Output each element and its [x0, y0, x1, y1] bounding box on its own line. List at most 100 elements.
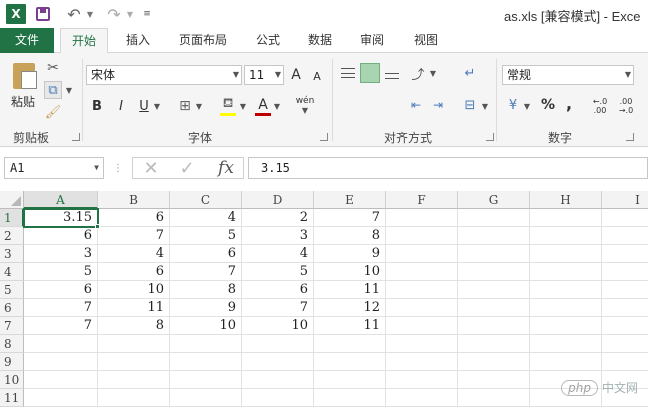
cell-a2[interactable]: 6: [24, 227, 98, 245]
cell-a11[interactable]: [24, 389, 98, 407]
merge-center-icon[interactable]: ⊟: [460, 95, 480, 115]
fill-color-button[interactable]: ⛾: [218, 95, 238, 117]
tab-page-layout[interactable]: 页面布局: [168, 28, 238, 53]
row-header-9[interactable]: 9: [0, 353, 24, 371]
cell-e11[interactable]: [314, 389, 386, 407]
cell-d8[interactable]: [242, 335, 314, 353]
formula-input[interactable]: 3.15: [248, 157, 648, 179]
copy-icon[interactable]: ⧉: [44, 81, 62, 99]
align-left-icon[interactable]: [338, 95, 358, 115]
comma-button[interactable]: ,: [562, 93, 576, 113]
cell-e3[interactable]: 9: [314, 245, 386, 263]
align-center-icon[interactable]: [360, 95, 380, 115]
paste-button[interactable]: 粘贴: [8, 93, 38, 109]
orientation-dropdown-icon[interactable]: ▼: [428, 67, 438, 79]
number-format-select[interactable]: 常规 ▼: [502, 65, 634, 85]
cell-d7[interactable]: 10: [242, 317, 314, 335]
column-header-d[interactable]: D: [242, 191, 314, 209]
tab-home[interactable]: 开始: [60, 28, 108, 54]
row-header-3[interactable]: 3: [0, 245, 24, 263]
cell-b2[interactable]: 7: [98, 227, 170, 245]
enter-icon[interactable]: ✓: [175, 158, 199, 179]
cell-f1[interactable]: [386, 209, 458, 227]
column-header-c[interactable]: C: [170, 191, 242, 209]
row-header-10[interactable]: 10: [0, 371, 24, 389]
align-middle-icon[interactable]: [360, 63, 380, 83]
column-header-f[interactable]: F: [386, 191, 458, 209]
align-bottom-icon[interactable]: [382, 63, 402, 83]
clipboard-launcher-icon[interactable]: [72, 133, 80, 141]
cell-a10[interactable]: [24, 371, 98, 389]
row-header-11[interactable]: 11: [0, 389, 24, 407]
cell-d2[interactable]: 3: [242, 227, 314, 245]
cell-f11[interactable]: [386, 389, 458, 407]
cell-g3[interactable]: [458, 245, 530, 263]
column-header-i[interactable]: I: [602, 191, 648, 209]
borders-icon[interactable]: ⊞: [176, 97, 194, 115]
tab-data[interactable]: 数据: [298, 28, 342, 53]
wrap-text-icon[interactable]: ↵: [460, 63, 480, 83]
cell-g2[interactable]: [458, 227, 530, 245]
row-header-4[interactable]: 4: [0, 263, 24, 281]
font-name-select[interactable]: 宋体 ▼: [86, 65, 242, 85]
cell-i6[interactable]: [602, 299, 648, 317]
row-header-7[interactable]: 7: [0, 317, 24, 335]
cell-h2[interactable]: [530, 227, 602, 245]
borders-dropdown-icon[interactable]: ▼: [194, 99, 204, 113]
decrease-indent-icon[interactable]: ⇤: [406, 95, 426, 115]
cell-b10[interactable]: [98, 371, 170, 389]
font-color-dropdown-icon[interactable]: ▼: [272, 99, 282, 113]
cell-i9[interactable]: [602, 353, 648, 371]
underline-button[interactable]: U: [136, 97, 152, 115]
align-top-icon[interactable]: [338, 63, 358, 83]
tab-review[interactable]: 审阅: [350, 28, 394, 53]
cell-a3[interactable]: 3: [24, 245, 98, 263]
cell-h9[interactable]: [530, 353, 602, 371]
currency-button[interactable]: ¥: [504, 95, 522, 115]
cell-b9[interactable]: [98, 353, 170, 371]
cell-h5[interactable]: [530, 281, 602, 299]
cell-a4[interactable]: 5: [24, 263, 98, 281]
cell-g1[interactable]: [458, 209, 530, 227]
cell-e7[interactable]: 11: [314, 317, 386, 335]
phonetic-guide-button[interactable]: wén ▼: [294, 93, 316, 117]
row-header-2[interactable]: 2: [0, 227, 24, 245]
cell-a5[interactable]: 6: [24, 281, 98, 299]
cell-c2[interactable]: 5: [170, 227, 242, 245]
cell-h4[interactable]: [530, 263, 602, 281]
formula-bar-grip-icon[interactable]: ⋮: [113, 162, 123, 174]
fill-handle[interactable]: [95, 224, 100, 229]
cell-i8[interactable]: [602, 335, 648, 353]
cell-f7[interactable]: [386, 317, 458, 335]
cell-e1[interactable]: 7: [314, 209, 386, 227]
cell-b7[interactable]: 8: [98, 317, 170, 335]
align-right-icon[interactable]: [382, 95, 402, 115]
decrease-decimal-button[interactable]: .00 →.0: [614, 95, 638, 117]
cell-i3[interactable]: [602, 245, 648, 263]
cell-b11[interactable]: [98, 389, 170, 407]
percent-button[interactable]: %: [538, 95, 558, 115]
cell-i7[interactable]: [602, 317, 648, 335]
fill-color-dropdown-icon[interactable]: ▼: [238, 99, 248, 113]
column-header-b[interactable]: B: [98, 191, 170, 209]
insert-function-button[interactable]: fx: [213, 158, 239, 178]
cell-d6[interactable]: 7: [242, 299, 314, 317]
row-header-1[interactable]: 1: [0, 209, 24, 227]
cell-c3[interactable]: 6: [170, 245, 242, 263]
cell-i4[interactable]: [602, 263, 648, 281]
shrink-font-button[interactable]: A: [310, 68, 324, 84]
select-all-corner[interactable]: [0, 191, 24, 209]
cell-b5[interactable]: 10: [98, 281, 170, 299]
orientation-icon[interactable]: ⤴: [408, 63, 428, 83]
cell-d1[interactable]: 2: [242, 209, 314, 227]
cell-d9[interactable]: [242, 353, 314, 371]
cell-f4[interactable]: [386, 263, 458, 281]
cell-g7[interactable]: [458, 317, 530, 335]
cell-a8[interactable]: [24, 335, 98, 353]
cell-a6[interactable]: 7: [24, 299, 98, 317]
cell-c4[interactable]: 7: [170, 263, 242, 281]
cell-f6[interactable]: [386, 299, 458, 317]
row-header-5[interactable]: 5: [0, 281, 24, 299]
cell-h6[interactable]: [530, 299, 602, 317]
cell-g4[interactable]: [458, 263, 530, 281]
